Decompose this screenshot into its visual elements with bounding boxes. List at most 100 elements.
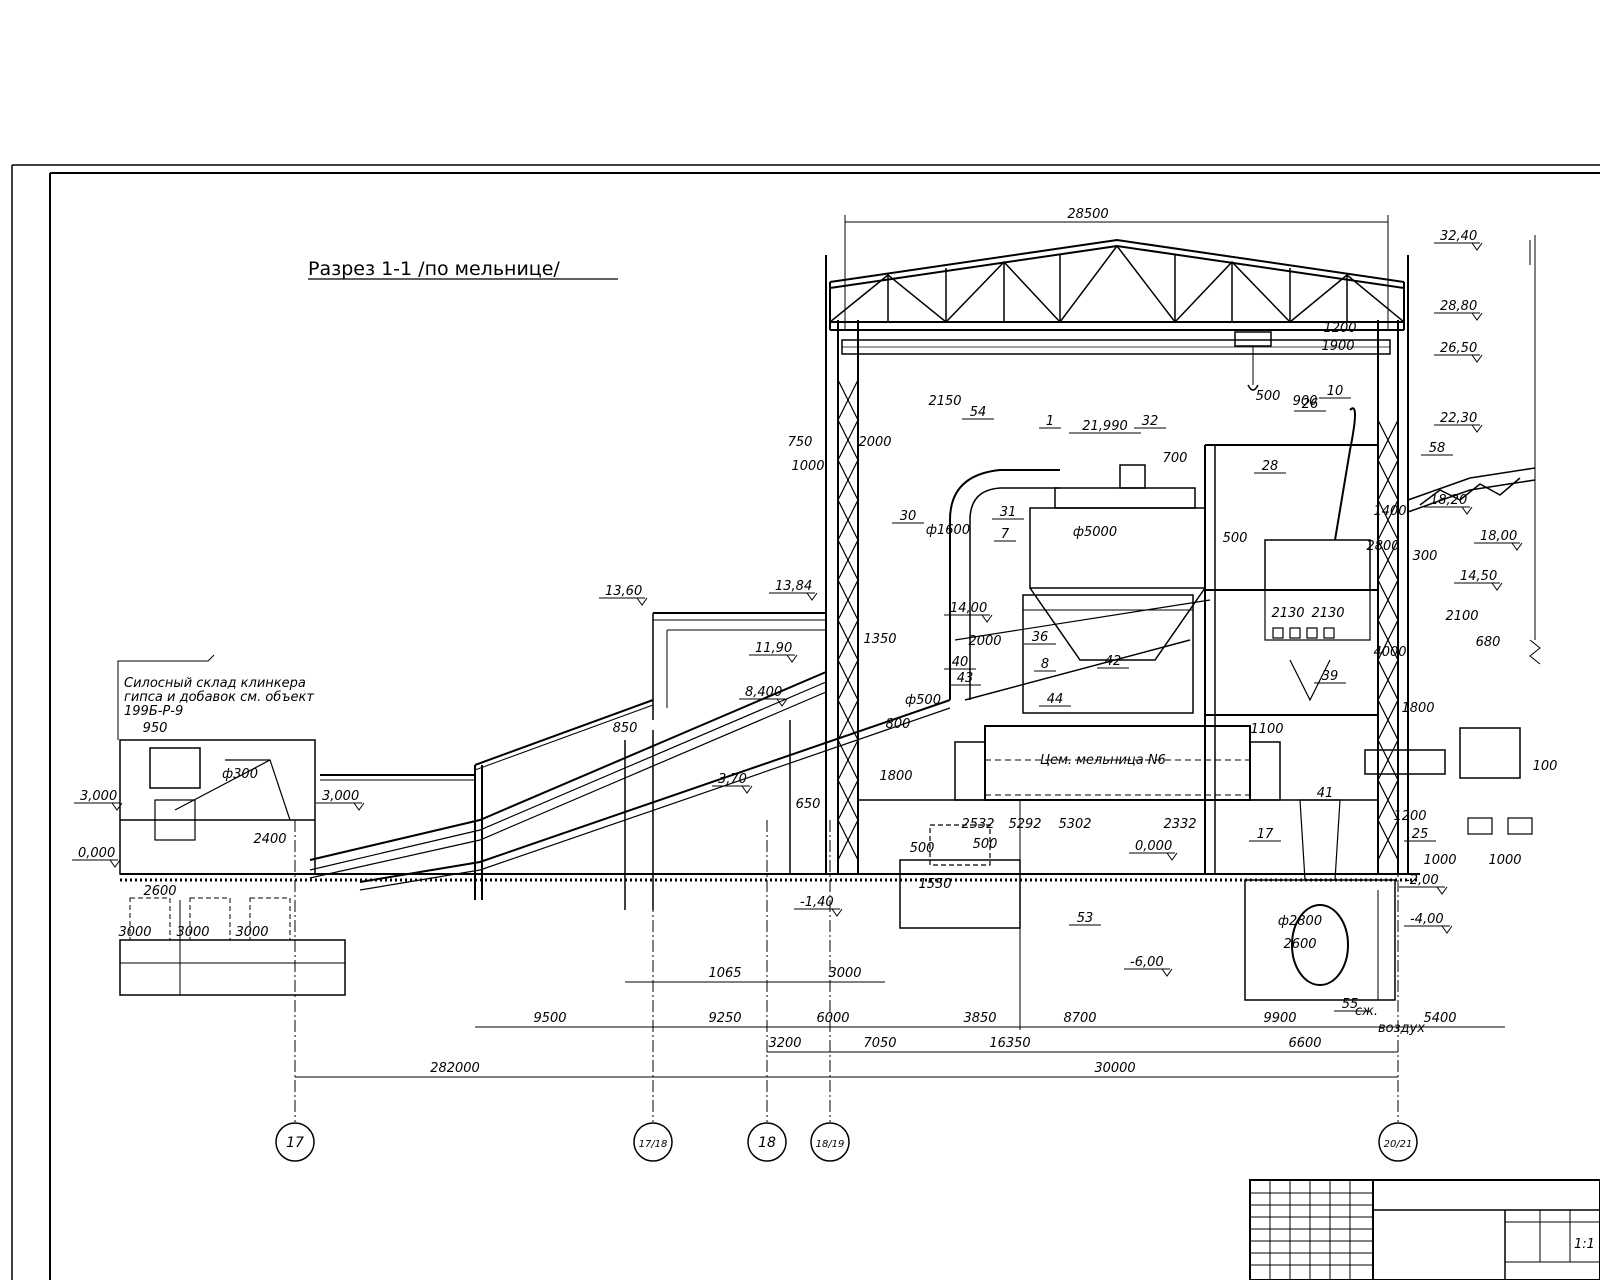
- dimension-value: 1200: [1323, 321, 1356, 336]
- dimension-value: 2400: [253, 832, 286, 847]
- callout-number: 58: [1429, 441, 1446, 456]
- dimension-value: 1200: [1393, 809, 1426, 824]
- dimension-value: 1000: [1488, 853, 1521, 868]
- gallery-building: [652, 612, 826, 875]
- callout-number: 26: [1302, 397, 1319, 412]
- elevation-marker: [636, 597, 648, 606]
- position-callouts: 1781017 25262830 3132363940414243445354555…: [892, 384, 1453, 1012]
- dimension-value: 680: [1476, 635, 1501, 650]
- stamp-scale: 1:1: [1574, 1237, 1595, 1252]
- dimension-value: 5302: [1058, 817, 1091, 832]
- elevation-marker: [1461, 506, 1473, 515]
- elevation-value: 14,00: [950, 601, 987, 616]
- callout-number: 21,990: [1082, 419, 1128, 434]
- elevation-value: 18,00: [1480, 529, 1517, 544]
- dimension-value: 2000: [968, 634, 1001, 649]
- elevation-marker: [1166, 852, 1178, 861]
- callout-number: 30: [900, 509, 917, 524]
- elevation-value: -1,40: [800, 895, 834, 910]
- axis-label: 17: [286, 1135, 304, 1151]
- dimension-value: 2332: [1163, 817, 1196, 832]
- diameter-value: ф2800: [1278, 914, 1322, 929]
- elevation-value: 32,40: [1440, 229, 1477, 244]
- callout-number: 10: [1327, 384, 1344, 399]
- dimension-value: 300: [1413, 549, 1438, 564]
- axis-label: 18/19: [816, 1139, 845, 1150]
- dimension-value: 950: [143, 721, 168, 736]
- elevation-marker: [806, 592, 818, 601]
- dimension-value: 282000: [430, 1061, 480, 1076]
- elevation-value: 13,84: [775, 579, 812, 594]
- elevation-marker: [981, 614, 993, 623]
- silo-note-line-3: 199Б-Р-9: [124, 704, 183, 719]
- dimension-value: 650: [796, 797, 821, 812]
- dimension-value: 3200: [768, 1036, 801, 1051]
- elevation-value: -6,00: [1130, 955, 1164, 970]
- elevation-value: 0,000: [1135, 839, 1172, 854]
- elevation-marker: [1441, 925, 1453, 934]
- dimension-value: 3000: [235, 925, 268, 940]
- dimension-value: 3000: [176, 925, 209, 940]
- diameter-value: ф1600: [926, 523, 970, 538]
- dimension-value: 1000: [791, 459, 824, 474]
- dimension-value: 16350: [989, 1036, 1030, 1051]
- dimension-value: 5292: [1008, 817, 1041, 832]
- dimension-value: 2000: [858, 435, 891, 450]
- dimension-value: 750: [788, 435, 813, 450]
- callout-number: 53: [1077, 911, 1094, 926]
- elevation-marker: [1471, 424, 1483, 433]
- elevation-marker: [1161, 968, 1173, 977]
- dimension-value: 500: [1223, 531, 1248, 546]
- dimension-value: 6600: [1288, 1036, 1321, 1051]
- elevation-value: 11,90: [755, 641, 792, 656]
- drawing-sheet: Разрез 1-1 /по мельнице/ Силосный склад …: [11, 164, 1600, 1280]
- dimension-value: 5400: [1423, 1011, 1456, 1026]
- elevation-marker: [1511, 542, 1523, 551]
- elevation-marker: [1436, 886, 1448, 895]
- elevation-marker: [741, 785, 753, 794]
- dimension-value: 9500: [533, 1011, 566, 1026]
- dimension-value: 3000: [828, 966, 861, 981]
- callout-number: 36: [1032, 630, 1049, 645]
- callout-number: 54: [970, 405, 987, 420]
- dimension-value: 3850: [963, 1011, 996, 1026]
- elevation-value: 14,50: [1460, 569, 1497, 584]
- dimension-value: 30000: [1094, 1061, 1135, 1076]
- callout-number: 44: [1047, 692, 1064, 707]
- separator: [949, 464, 1206, 714]
- dimension-value: 1400: [1373, 504, 1406, 519]
- dimension-value: 850: [613, 721, 638, 736]
- dimension-value: 1550: [918, 877, 951, 892]
- elevation-value: 18,20: [1430, 493, 1467, 508]
- dimension-value: 28500: [1067, 207, 1108, 222]
- dimension-value: 1800: [1401, 701, 1434, 716]
- diameter-value: ф300: [222, 767, 258, 782]
- dimension-value: 7050: [863, 1036, 896, 1051]
- elevation-value: 8,400: [745, 685, 782, 700]
- dimension-value: 800: [886, 717, 911, 732]
- dimension-value: 4000: [1373, 645, 1406, 660]
- diameter-value: ф5000: [1073, 525, 1117, 540]
- elevation-marker: [1471, 312, 1483, 321]
- dimension-value: 2600: [143, 884, 176, 899]
- dimension-value: 1065: [708, 966, 741, 981]
- elevation-marker: [1491, 582, 1503, 591]
- elevation-value: 26,50: [1440, 341, 1477, 356]
- elevation-marker: [1471, 354, 1483, 363]
- callout-number: 40: [952, 655, 969, 670]
- dimension-value: 2800: [1366, 539, 1399, 554]
- dimension-value: 9250: [708, 1011, 741, 1026]
- callout-number: 42: [1105, 654, 1122, 669]
- dimension-value: 500: [1256, 389, 1281, 404]
- dimension-value: 100: [1533, 759, 1558, 774]
- callout-number: 8: [1041, 657, 1049, 672]
- filter-unit: [1264, 407, 1371, 702]
- dimension-value: 1900: [1321, 339, 1354, 354]
- elevation-marker: [109, 859, 121, 868]
- elevation-value: 22,30: [1440, 411, 1477, 426]
- air-label: воздух: [1378, 1021, 1425, 1036]
- callout-number: 43: [957, 671, 974, 686]
- dimension-value: 1000: [1423, 853, 1456, 868]
- diameter-value: ф500: [905, 693, 941, 708]
- dimension-value: 2100: [1445, 609, 1478, 624]
